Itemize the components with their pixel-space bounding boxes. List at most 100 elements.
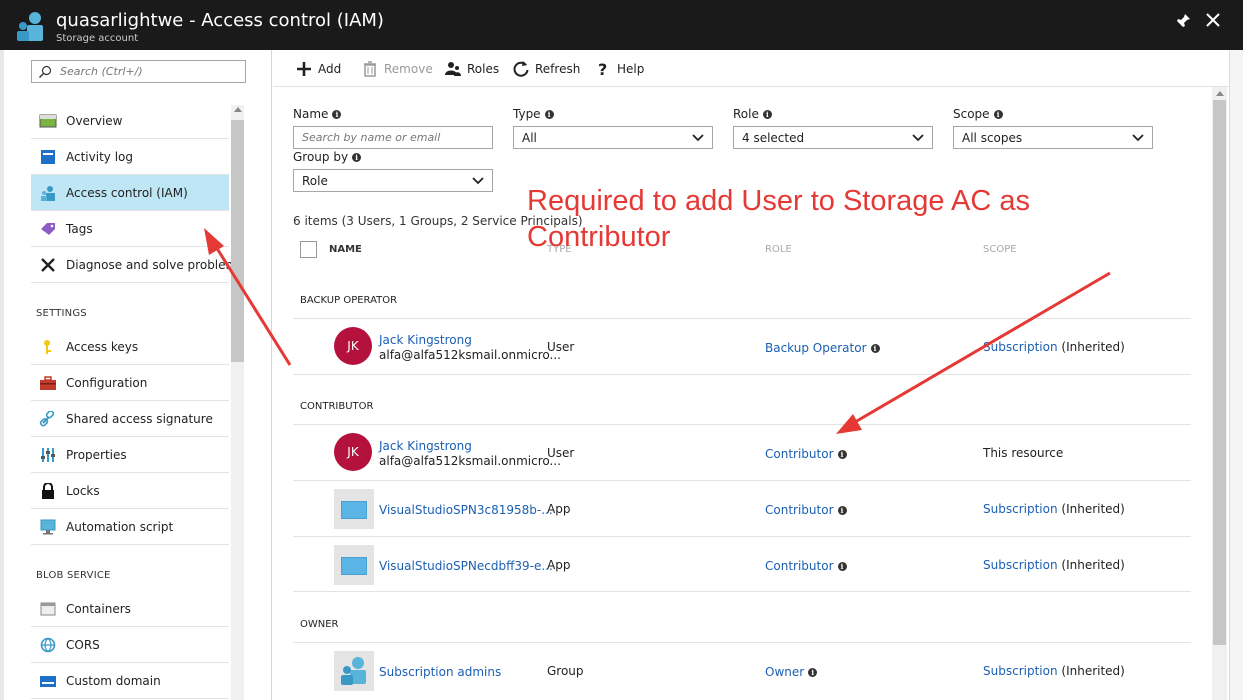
info-icon: i [762, 109, 772, 119]
roles-button[interactable]: Roles [444, 59, 499, 79]
role-link[interactable]: Contributor i [765, 559, 847, 573]
role-link[interactable]: Backup Operator i [765, 341, 880, 355]
role-link[interactable]: Contributor i [765, 447, 847, 461]
blob-service-section-label: BLOB SERVICE [36, 570, 111, 581]
annotation-text: Required to add User to Storage AC as Co… [527, 185, 1030, 253]
title-bar: quasarlightwe - Access control (IAM) Sto… [0, 0, 1243, 50]
column-header-name[interactable]: NAME [329, 244, 362, 255]
sidebar-item-automation-script[interactable]: Automation script [31, 509, 229, 545]
pin-icon[interactable] [1174, 12, 1192, 30]
name-filter-input[interactable] [294, 127, 492, 148]
table-row[interactable]: VisualStudioSPNecdbff39-e... App Contrib… [293, 536, 1191, 592]
tag-icon [41, 223, 55, 235]
sidebar-scroll-thumb[interactable] [231, 120, 244, 362]
close-icon[interactable] [1204, 11, 1222, 29]
table-row[interactable]: JK Jack Kingstrong alfa@alfa512ksmail.on… [293, 318, 1191, 374]
table-row[interactable]: Subscription admins Group Owner i Subscri… [293, 642, 1191, 698]
link-icon [39, 411, 55, 427]
sidebar-item-custom-domain[interactable]: Custom domain [31, 663, 229, 699]
refresh-icon [513, 61, 529, 77]
sidebar-item-tags[interactable]: Tags [31, 211, 229, 247]
main-content: Add Remove Roles Refresh ? Help Namei Ty… [273, 50, 1229, 700]
scope-link[interactable]: Subscription [983, 502, 1058, 516]
roles-icon [445, 62, 461, 76]
group-label-contributor: CONTRIBUTOR [300, 401, 374, 412]
search-input[interactable] [60, 63, 240, 80]
member-name-link[interactable]: VisualStudioSPN3c81958b-... [379, 503, 553, 517]
scope-link[interactable]: Subscription [983, 340, 1058, 354]
sidebar-item-configuration[interactable]: Configuration [31, 365, 229, 401]
member-name-link[interactable]: VisualStudioSPNecdbff39-e... [379, 559, 553, 573]
svg-text:?: ? [598, 60, 607, 78]
iam-icon [41, 186, 55, 201]
scope-select[interactable]: All scopes [953, 126, 1153, 149]
sidebar-item-label: Tags [66, 222, 93, 236]
sidebar-item-access-control[interactable]: Access control (IAM) [31, 175, 229, 211]
scope-link[interactable]: Subscription [983, 664, 1058, 678]
remove-button[interactable]: Remove [361, 59, 433, 79]
role-select[interactable]: 4 selected [733, 126, 933, 149]
help-button[interactable]: ? Help [594, 59, 644, 79]
scope-link[interactable]: Subscription [983, 558, 1058, 572]
sidebar-item-diagnose[interactable]: Diagnose and solve problems [31, 247, 243, 283]
sidebar-item-shared-access-signature[interactable]: Shared access signature [31, 401, 229, 437]
member-type: App [547, 558, 571, 572]
role-link[interactable]: Contributor i [765, 503, 847, 517]
scroll-up-icon[interactable] [1216, 91, 1224, 96]
role-link[interactable]: Owner i [765, 665, 818, 679]
table-row[interactable]: VisualStudioSPN3c81958b-... App Contribu… [293, 480, 1191, 536]
app-icon [334, 545, 374, 585]
sidebar-item-label: Containers [66, 602, 131, 616]
info-icon: i [837, 449, 847, 459]
activity-log-icon [41, 150, 55, 164]
sidebar-item-label: Configuration [66, 376, 148, 390]
type-select[interactable]: All [513, 126, 713, 149]
sidebar-item-label: Access keys [66, 340, 139, 354]
info-icon: i [870, 343, 880, 353]
scope-cell: Subscription (Inherited) [983, 502, 1125, 516]
select-all-checkbox[interactable] [300, 241, 317, 258]
type-filter-label: Type i [513, 107, 554, 121]
member-name-link[interactable]: Subscription admins [379, 665, 501, 679]
scope-filter-label: Scope i [953, 107, 1003, 121]
refresh-button[interactable]: Refresh [512, 59, 580, 79]
member-type: User [547, 446, 575, 460]
group-icon [334, 651, 374, 691]
scope-cell: This resource [983, 446, 1064, 460]
scroll-up-icon[interactable] [234, 107, 242, 112]
main-scroll-thumb[interactable] [1213, 100, 1226, 645]
sidebar-item-overview[interactable]: Overview [31, 103, 229, 139]
sidebar-item-label: Locks [66, 484, 100, 498]
sidebar-item-properties[interactable]: Properties [31, 437, 229, 473]
sidebar-item-access-keys[interactable]: Access keys [31, 329, 229, 365]
row-divider [293, 374, 1191, 375]
sidebar-edge [0, 50, 4, 700]
member-name-link[interactable]: Jack Kingstrong [379, 333, 472, 347]
avatar: JK [334, 433, 372, 471]
sidebar-item-label: Access control (IAM) [66, 186, 188, 200]
sidebar-item-activity-log[interactable]: Activity log [31, 139, 229, 175]
help-icon: ? [598, 60, 607, 78]
table-row[interactable]: JK Jack Kingstrong alfa@alfa512ksmail.on… [293, 424, 1191, 480]
groupby-select[interactable]: Role [293, 169, 493, 192]
toolbox-icon [40, 376, 56, 390]
sidebar-item-locks[interactable]: Locks [31, 473, 229, 509]
containers-icon [40, 602, 56, 616]
info-icon: i [837, 505, 847, 515]
sidebar-search[interactable] [31, 60, 246, 83]
window-edge [1229, 50, 1243, 700]
sidebar-item-cors[interactable]: CORS [31, 627, 229, 663]
info-icon: i [837, 561, 847, 571]
sliders-icon [41, 448, 55, 462]
sidebar-item-containers[interactable]: Containers [31, 591, 229, 627]
sidebar-item-label: Shared access signature [66, 412, 213, 426]
add-button[interactable]: Add [295, 59, 341, 79]
member-email: alfa@alfa512ksmail.onmicro... [379, 454, 561, 468]
member-type: App [547, 502, 571, 516]
member-name-link[interactable]: Jack Kingstrong [379, 439, 472, 453]
settings-section-label: SETTINGS [36, 308, 87, 319]
info-icon: i [544, 109, 554, 119]
name-filter[interactable] [293, 126, 493, 149]
chevron-down-icon [1132, 134, 1144, 142]
chevron-down-icon [912, 134, 924, 142]
